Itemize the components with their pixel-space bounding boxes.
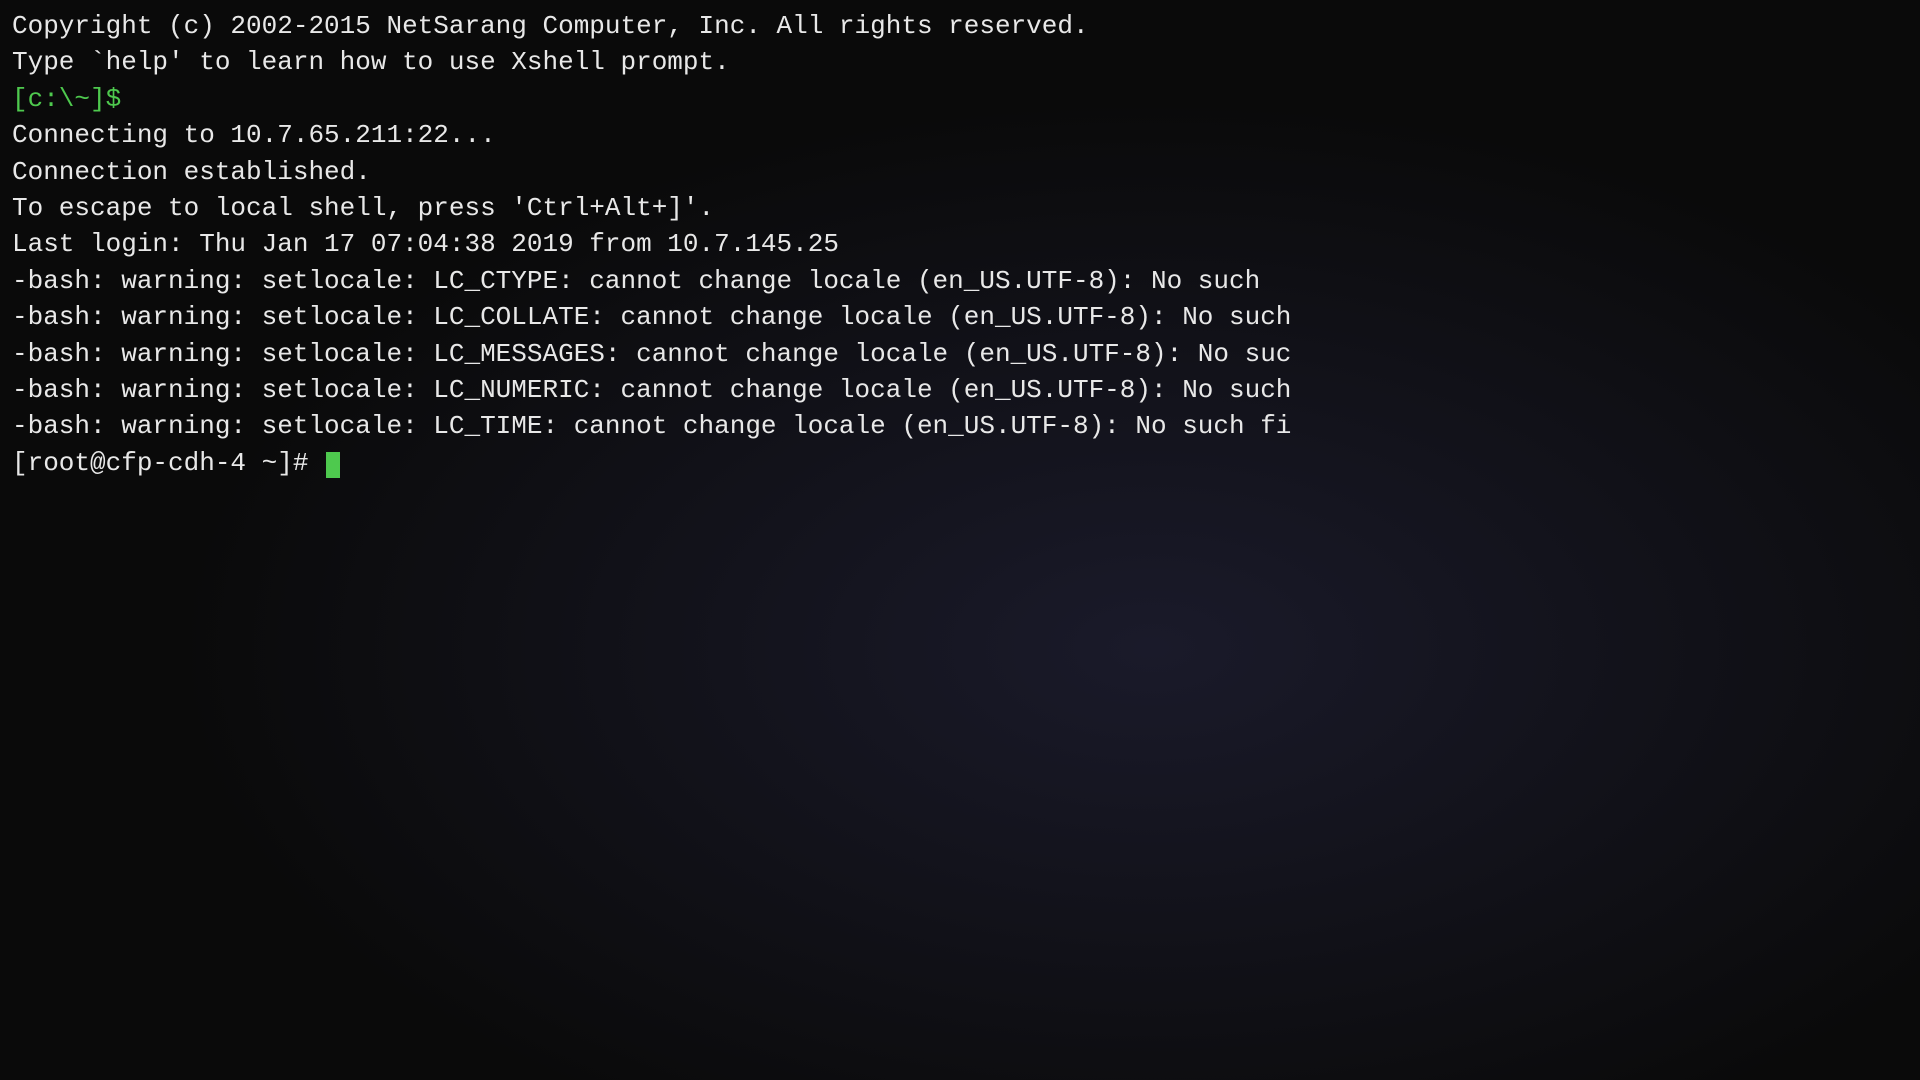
bash-warning-numeric: -bash: warning: setlocale: LC_NUMERIC: c… [12,372,1908,408]
last-login-line: Last login: Thu Jan 17 07:04:38 2019 fro… [12,226,1908,262]
connecting-line: Connecting to 10.7.65.211:22... [12,117,1908,153]
bash-warning-time: -bash: warning: setlocale: LC_TIME: cann… [12,408,1908,444]
bash-warning-messages: -bash: warning: setlocale: LC_MESSAGES: … [12,336,1908,372]
terminal-screen[interactable]: Copyright (c) 2002-2015 NetSarang Comput… [12,8,1908,1072]
escape-hint-line: To escape to local shell, press 'Ctrl+Al… [12,190,1908,226]
bash-warning-ctype: -bash: warning: setlocale: LC_CTYPE: can… [12,263,1908,299]
copyright-line: Copyright (c) 2002-2015 NetSarang Comput… [12,8,1908,44]
remote-prompt-line[interactable]: [root@cfp-cdh-4 ~]# [12,445,1908,481]
connection-established-line: Connection established. [12,154,1908,190]
remote-prompt: [root@cfp-cdh-4 ~]# [12,448,324,478]
cursor-icon [326,452,340,478]
local-prompt: [c:\~]$ [12,81,1908,117]
help-hint-line: Type `help' to learn how to use Xshell p… [12,44,1908,80]
bash-warning-collate: -bash: warning: setlocale: LC_COLLATE: c… [12,299,1908,335]
